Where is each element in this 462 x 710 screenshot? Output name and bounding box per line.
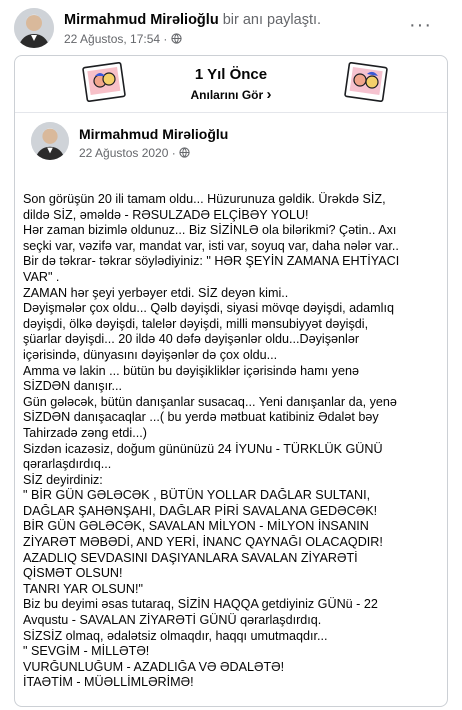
globe-icon: [171, 33, 182, 44]
original-post: Mirmahmud Mirəlioğlu 22 Ağustos 2020 · S…: [15, 112, 447, 706]
post-text-line: Avqustu - SAVALAN ZİYARƏTİ GÜNÜ qərarlaş…: [23, 613, 322, 628]
post-text-line: Bir də təkrar- təkrar söylədiyiniz: " HƏ…: [23, 254, 400, 269]
original-post-date[interactable]: 22 Ağustos 2020: [79, 146, 168, 160]
post-author-line: Mirmahmud Mirəlioğlu bir anı paylaştı.: [64, 12, 321, 28]
post-text-line: Hər zaman bizimlə oldunuz... Biz SİZİNLƏ…: [23, 223, 397, 238]
post-text-line: dəyişdi, ölkə dəyişdi, talelər dəyişdi, …: [23, 316, 369, 331]
globe-icon: [179, 147, 190, 158]
more-options-button[interactable]: ···: [409, 14, 432, 37]
post-text-line: Dəyişmələr çox oldu... Qəlb dəyişdi, siy…: [23, 301, 394, 316]
chevron-right-icon: ›: [266, 86, 272, 103]
post-text: Son görüşün 20 ili tamam oldu... Hüzurun…: [23, 192, 441, 691]
post-text-line: TANRI YAR OLSUN!": [23, 581, 143, 596]
dot-separator: ·: [163, 32, 171, 46]
post-text-line: seçki var, vəzifə var, mandat var, isti …: [23, 238, 399, 253]
original-author-avatar[interactable]: [31, 122, 69, 160]
post-text-line: içərisində, dünyasını dəyişənlər də çox …: [23, 347, 278, 362]
post-header: Mirmahmud Mirəlioğlu bir anı paylaştı. 2…: [14, 6, 452, 56]
post-action-text: bir anı paylaştı.: [222, 12, 322, 28]
post-meta: 22 Ağustos, 17:54 ·: [64, 32, 182, 46]
post-text-line: BİR GÜN GƏLƏCƏK, SAVALAN MİLYON - MİLYON…: [23, 519, 369, 534]
see-memories-label: Anılarını Gör: [190, 88, 264, 102]
post-text-line: Amma və lakin ... bütün bu dəyişikliklər…: [23, 363, 359, 378]
post-text-line: SİZSİZ olmaq, ədalətsiz olmaqdır, haqqı …: [23, 628, 328, 643]
post-text-line: qərarlaşdırdıq...: [23, 457, 112, 472]
post-text-line: AZADLIQ SEVDASINI DAŞIYANLARA SAVALAN Zİ…: [23, 550, 358, 565]
post-text-line: Gün gələcək, bütün danışanlar susacaq...…: [23, 394, 397, 409]
memory-banner[interactable]: 1 Yıl Önce Anılarını Gör ›: [15, 56, 447, 113]
post-text-line: " SEVGİM - MİLLƏTƏ!: [23, 644, 150, 659]
post-text-line: Tahirzadə zəng etdi...): [23, 425, 147, 440]
dot-separator: ·: [171, 146, 180, 160]
person-photo-icon: [14, 8, 54, 48]
post-text-line: İTAƏTİM - MÜƏLLİMLƏRİMƏ!: [23, 675, 194, 690]
post-text-line: QİSMƏT OLSUN!: [23, 566, 123, 581]
memory-illustration-right-icon: [344, 62, 388, 102]
post-timestamp[interactable]: 22 Ağustos, 17:54: [64, 32, 160, 46]
post-text-line: VURĞUNLUĞUM - AZADLIĞA VƏ ƏDALƏTƏ!: [23, 659, 285, 674]
post-text-line: SİZ deyirdiniz:: [23, 472, 103, 487]
post-text-line: Sizdən icazəsiz, doğum gününüzü 24 İYUNu…: [23, 441, 383, 456]
original-author-name[interactable]: Mirmahmud Mirəlioğlu: [79, 126, 228, 142]
author-avatar[interactable]: [14, 8, 54, 48]
post-text-line: " BİR GÜN GƏLƏCƏK , BÜTÜN YOLLAR DAĞLAR …: [23, 488, 371, 503]
post-text-line: şüarlar dəyişdi... 20 ildə 40 dəfə dəyiş…: [23, 332, 360, 347]
post-text-line: Biz bu deyimi əsas tutaraq, SİZİN HAQQA …: [23, 597, 378, 612]
original-post-meta: 22 Ağustos 2020 ·: [79, 146, 190, 160]
post-text-line: dildə SİZ, əməldə - RƏSULZADƏ ELÇİBƏY YO…: [23, 207, 309, 222]
post-text-line: SİZDƏN danışır...: [23, 379, 123, 394]
memory-share-post: Mirmahmud Mirəlioğlu bir anı paylaştı. 2…: [0, 0, 462, 710]
post-text-line: ZİYARƏT MƏBƏDİ, AND YERİ, İNANC QAYNAĞI …: [23, 535, 383, 550]
post-text-line: SİZDƏN danışacaqlar ...( bu yerdə mətbua…: [23, 410, 379, 425]
person-photo-icon: [31, 122, 69, 160]
post-author-name[interactable]: Mirmahmud Mirəlioğlu: [64, 12, 219, 28]
post-text-line: DAĞLAR ŞAHƏNŞAHI, DAĞLAR PİRİ SAVALANA G…: [23, 503, 378, 518]
memory-card: 1 Yıl Önce Anılarını Gör › Mirmahmud Mir…: [14, 55, 448, 707]
post-text-line: Son görüşün 20 ili tamam oldu... Hüzurun…: [23, 192, 386, 206]
post-text-line: ZAMAN hər şeyi yerbəyer etdi. SİZ deyən …: [23, 285, 289, 300]
post-text-line: VAR" .: [23, 269, 60, 284]
